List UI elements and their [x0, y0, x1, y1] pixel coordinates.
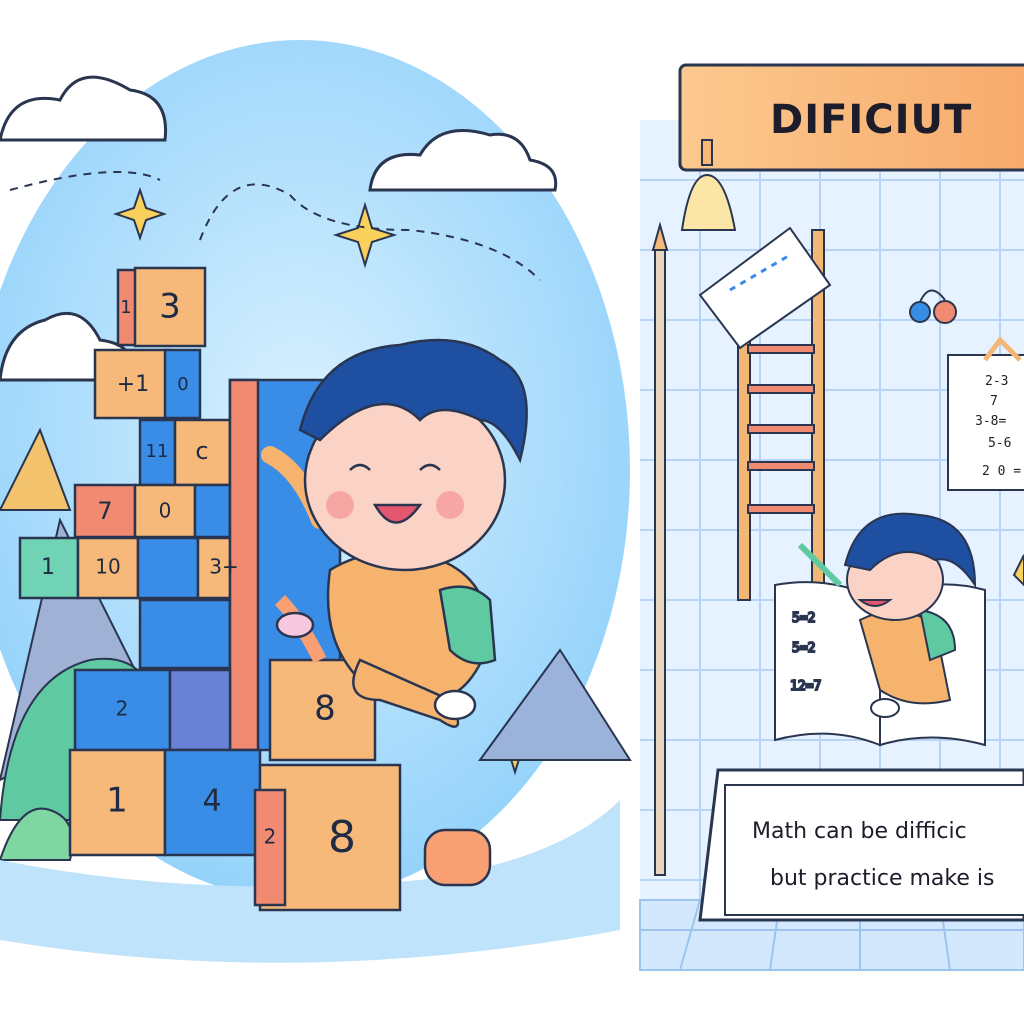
block-label: 10: [95, 555, 120, 579]
block-label: +1: [117, 372, 149, 397]
block-label: 11: [146, 441, 169, 462]
message-sign: Math can be difficic but practice make i…: [698, 768, 1024, 922]
notepad-line: 2-3: [985, 374, 1008, 389]
block-label: 1: [41, 555, 55, 580]
block-label: 3: [159, 287, 181, 327]
block-label: 0: [159, 499, 172, 523]
block-label: 1: [120, 297, 131, 318]
cloud-icon: [0, 75, 168, 142]
block-label: 2: [116, 697, 129, 721]
block-label: c: [195, 437, 208, 465]
sign-line-2: but practice make is: [770, 866, 994, 891]
block-label: 7: [97, 497, 112, 525]
block-label: 3+: [209, 555, 238, 579]
banner-title: DIFICIUT: [770, 97, 972, 143]
illustration-canvas: 1 3 +1 0 11 c 7 0 1 10 3+ 2 8 1 4 2 8 DI…: [0, 40, 1024, 971]
notepad-line: 3-8=: [975, 414, 1006, 429]
pole: [654, 244, 666, 876]
block-label: 8: [328, 812, 356, 863]
illustration: 1 3 +1 0 11 c 7 0 1 10 3+ 2 8 1 4 2 8 DI…: [0, 0, 1024, 1024]
right-scene: DIFICIUT 2-3 7 3-8= 5-6 2 0 = 5=2 5=2 12…: [639, 63, 1024, 971]
block-label: 8: [314, 689, 336, 729]
book-line: 5=2: [792, 611, 815, 626]
notepad-line: 2 0 =: [982, 464, 1021, 479]
book-line: 12=7: [790, 679, 821, 694]
left-scene: 1 3 +1 0 11 c 7 0 1 10 3+ 2 8 1 4 2 8: [0, 40, 632, 963]
title-banner: DIFICIUT: [678, 63, 1024, 172]
sign-line-1: Math can be difficic: [752, 819, 967, 844]
notepad-line: 5-6: [988, 436, 1011, 451]
block-label: 1: [106, 781, 128, 821]
notepad-line: 7: [990, 394, 998, 409]
book-line: 5=2: [792, 641, 815, 656]
block-label: 0: [177, 374, 188, 395]
block-label: 2: [264, 825, 277, 849]
block-label: 4: [202, 784, 221, 819]
notepad: 2-3 7 3-8= 5-6 2 0 =: [947, 336, 1024, 491]
